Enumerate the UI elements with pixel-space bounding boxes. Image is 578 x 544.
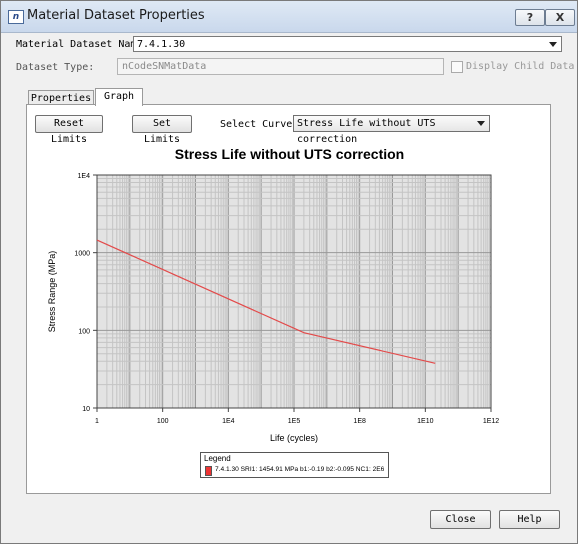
select-curve-dropdown[interactable]: Stress Life without UTS correction bbox=[293, 115, 490, 145]
x-tick-label: 1E8 bbox=[353, 418, 366, 425]
y-tick-label: 10 bbox=[82, 406, 90, 413]
x-tick-label: 1E5 bbox=[288, 418, 301, 425]
y-tick-label: 1000 bbox=[74, 251, 90, 258]
x-axis-label: Life (cycles) bbox=[270, 433, 318, 443]
help-titlebar-button[interactable]: ? bbox=[515, 9, 545, 26]
x-tick-label: 1E10 bbox=[417, 418, 433, 425]
dataset-type-field: nCodeSNMatData bbox=[117, 58, 444, 75]
select-curve-label: Select Curve bbox=[220, 119, 293, 130]
dataset-name-dropdown[interactable]: 7.4.1.30 bbox=[133, 36, 562, 52]
legend-entry: 7.4.1.30 SRI1: 1454.91 MPa b1:-0.19 b2:-… bbox=[215, 466, 385, 473]
dataset-name-label: Material Dataset Name: bbox=[16, 39, 149, 50]
select-curve-value: Stress Life without UTS correction bbox=[297, 118, 436, 145]
graph-panel: Reset Limits Set Limits Select Curve Str… bbox=[26, 104, 551, 494]
y-axis-label: Stress Range (MPa) bbox=[47, 251, 57, 333]
chart-title: Stress Life without UTS correction bbox=[174, 146, 405, 162]
dialog-window: n Material Dataset Properties ? X Materi… bbox=[0, 0, 578, 544]
y-tick-label: 1E4 bbox=[78, 173, 91, 180]
chart-legend: Legend 7.4.1.30 SRI1: 1454.91 MPa b1:-0.… bbox=[200, 452, 389, 478]
display-child-checkbox[interactable] bbox=[451, 61, 463, 73]
display-child-label: Display Child Data bbox=[466, 61, 575, 72]
legend-title: Legend bbox=[204, 454, 231, 463]
x-tick-label: 1E12 bbox=[483, 418, 499, 425]
dataset-type-label: Dataset Type: bbox=[16, 62, 95, 73]
title-bar: n Material Dataset Properties ? X bbox=[1, 1, 577, 33]
y-tick-label: 100 bbox=[78, 328, 90, 335]
close-titlebar-button[interactable]: X bbox=[545, 9, 575, 26]
chevron-down-icon bbox=[549, 42, 557, 47]
reset-limits-button[interactable]: Reset Limits bbox=[35, 115, 103, 145]
x-tick-label: 1 bbox=[95, 418, 99, 425]
sn-chart: 1 100 1E4 1E5 1E8 1E10 1E12 10 100 1000 1E4 Life (c… bbox=[47, 173, 499, 443]
x-tick-label: 100 bbox=[157, 418, 169, 425]
help-button[interactable]: Help bbox=[499, 510, 560, 529]
tab-graph[interactable]: Graph bbox=[95, 88, 143, 106]
window-title: Material Dataset Properties bbox=[27, 8, 205, 23]
chevron-down-icon bbox=[477, 121, 485, 126]
x-tick-label: 1E4 bbox=[222, 418, 235, 425]
dataset-name-value: 7.4.1.30 bbox=[137, 39, 186, 50]
close-button[interactable]: Close bbox=[430, 510, 491, 529]
app-icon: n bbox=[8, 10, 24, 24]
legend-swatch bbox=[205, 466, 212, 476]
set-limits-button[interactable]: Set Limits bbox=[132, 115, 192, 145]
